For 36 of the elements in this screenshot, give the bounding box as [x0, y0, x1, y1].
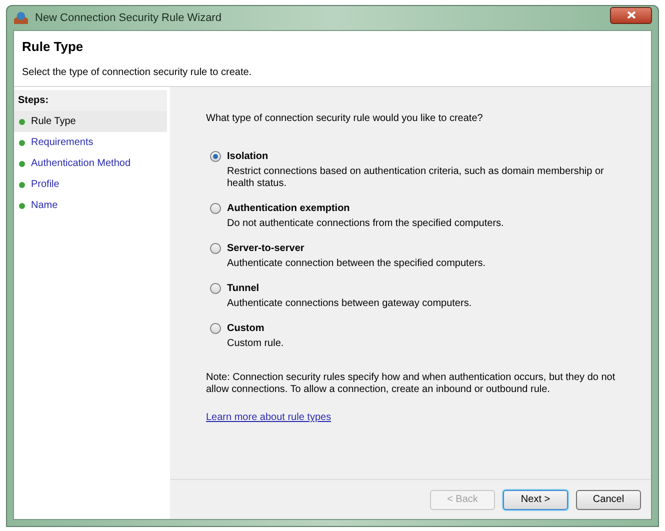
option-label: Server-to-server [227, 242, 306, 255]
page-title: Rule Type [22, 38, 84, 56]
bullet-icon [19, 140, 25, 146]
learn-more-link[interactable]: Learn more about rule types [206, 410, 631, 425]
option-description: Custom rule. [227, 338, 285, 350]
option-label: Custom [227, 322, 266, 335]
bullet-icon [19, 118, 25, 124]
step-item[interactable]: Authentication Method [14, 153, 167, 174]
wizard-button[interactable]: Next > [503, 490, 568, 510]
question-text: What type of connection security rule would you like to create? [206, 112, 484, 126]
radio-button[interactable] [210, 243, 221, 254]
page-subtitle: Select the type of connection security rule to create. [22, 66, 253, 80]
radio-button[interactable] [210, 151, 221, 162]
bullet-icon [19, 160, 25, 166]
bullet-icon [19, 202, 25, 208]
note-text: Note: Connection security rules specify how and when authentication occurs, but they do not allow connections. To allow a connection, create an inbound or outbound rule. [206, 372, 616, 396]
step-item[interactable]: Requirements [14, 132, 167, 153]
option-label: Authentication exemption [227, 202, 351, 215]
close-icon [626, 11, 636, 19]
step-item[interactable]: Rule Type [14, 111, 167, 132]
option-description: Do not authenticate connections from the specified computers. [227, 218, 505, 230]
step-item[interactable]: Name [14, 195, 167, 216]
option-description: Restrict connections based on authentication criteria, such as domain membership or health status. [227, 166, 605, 190]
step-item[interactable]: Profile [14, 174, 167, 195]
radio-button[interactable] [210, 203, 221, 214]
radio-button[interactable] [210, 283, 221, 294]
steps-heading: Steps: [14, 90, 167, 111]
option-label: Isolation [227, 150, 270, 163]
bullet-icon [19, 182, 25, 188]
wizard-button[interactable]: Cancel [576, 490, 641, 510]
close-button[interactable] [610, 6, 652, 24]
window-title: New Connection Security Rule Wizard [35, 10, 222, 26]
option-label: Tunnel [227, 282, 260, 295]
option-description: Authenticate connections between gateway computers. [227, 298, 473, 310]
option-description: Authenticate connection between the specified computers. [227, 258, 486, 270]
radio-button[interactable] [210, 323, 221, 334]
